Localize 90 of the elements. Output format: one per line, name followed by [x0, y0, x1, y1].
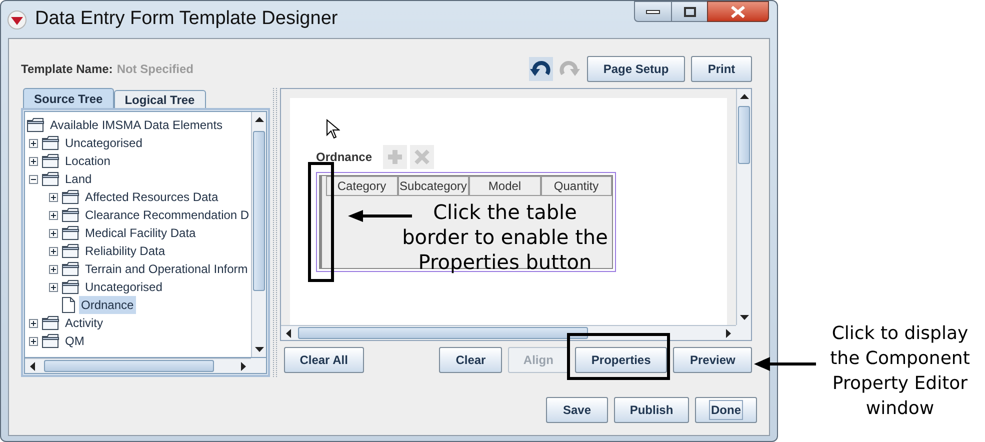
button[interactable]: Preview: [673, 347, 752, 373]
scroll-left-icon[interactable]: [286, 328, 291, 338]
button[interactable]: Properties: [574, 347, 668, 373]
annotation-arrow: [754, 357, 816, 371]
tab[interactable]: Source Tree: [23, 88, 114, 108]
annotation-text: Click the table border to enable the Properties button: [402, 200, 608, 275]
scrollbar-corner: [251, 358, 266, 373]
folder-icon: [62, 262, 79, 276]
template-name-label: Template Name:: [21, 61, 113, 78]
app-logo-icon: [7, 10, 27, 30]
button[interactable]: Publish: [614, 397, 689, 423]
tree-item[interactable]: Available IMSMA Data Elements: [48, 116, 225, 134]
tree-item[interactable]: Medical Facility Data: [83, 224, 198, 242]
mouse-cursor-icon: [326, 119, 340, 139]
column-header[interactable]: Model: [469, 176, 540, 196]
folder-icon: [62, 190, 79, 204]
expand-icon[interactable]: [29, 318, 38, 328]
minimize-button[interactable]: [634, 1, 672, 22]
annotation-arrow: [348, 210, 412, 222]
close-button[interactable]: [707, 1, 769, 22]
scroll-thumb[interactable]: [738, 106, 750, 164]
scroll-right-icon[interactable]: [241, 362, 246, 370]
folder-icon: [62, 244, 79, 258]
expand-icon[interactable]: [49, 210, 58, 220]
folder-icon: [42, 334, 59, 348]
horizontal-scrollbar[interactable]: [281, 325, 736, 340]
scroll-up-icon[interactable]: [254, 117, 264, 122]
close-icon: [730, 6, 746, 18]
template-name-value: Not Specified: [116, 61, 194, 78]
button[interactable]: Page Setup: [587, 56, 685, 82]
button[interactable]: Print: [691, 56, 752, 82]
expand-icon[interactable]: [49, 228, 58, 238]
tab[interactable]: Logical Tree: [114, 90, 206, 108]
expand-icon[interactable]: [49, 264, 58, 274]
scroll-thumb[interactable]: [253, 131, 265, 291]
tree-item[interactable]: Location: [63, 152, 112, 170]
folder-icon: [62, 208, 79, 222]
table-widget[interactable]: Category Subcategory Model Quantity Click the table border to enable the Properties button: [316, 172, 616, 272]
expand-icon[interactable]: [29, 156, 38, 166]
tree-item[interactable]: Ordnance: [79, 296, 136, 314]
folder-icon: [27, 118, 44, 132]
expand-icon[interactable]: [29, 138, 38, 148]
field-label: Ordnance: [316, 149, 372, 166]
expand-icon[interactable]: [49, 192, 58, 202]
scroll-left-icon[interactable]: [30, 362, 35, 370]
button[interactable]: Done: [695, 397, 757, 423]
folder-icon: [42, 154, 59, 168]
splitter-handle[interactable]: [273, 88, 277, 377]
document-icon: [62, 297, 75, 313]
folder-icon: [42, 316, 59, 330]
tree-item[interactable]: Terrain and Operational Inform: [83, 260, 250, 278]
scroll-up-icon[interactable]: [740, 94, 748, 99]
maximize-icon: [684, 6, 696, 16]
scroll-thumb[interactable]: [44, 360, 214, 372]
button[interactable]: Save: [546, 397, 608, 423]
expand-icon[interactable]: [29, 336, 38, 346]
tree-item[interactable]: Uncategorised: [63, 134, 144, 152]
tree-item[interactable]: Uncategorised: [83, 278, 164, 296]
plus-icon: [387, 149, 404, 165]
tree-item[interactable]: Land: [63, 170, 94, 188]
collapse-icon[interactable]: [29, 174, 38, 184]
column-header[interactable]: Quantity: [540, 176, 612, 196]
button[interactable]: Clear All: [284, 347, 364, 373]
scroll-down-icon[interactable]: [254, 347, 264, 352]
scroll-down-icon[interactable]: [740, 315, 748, 320]
tree-item[interactable]: QM: [63, 332, 86, 350]
column-header[interactable]: Subcategory: [398, 176, 469, 196]
maximize-button[interactable]: [672, 1, 707, 22]
undo-icon[interactable]: [529, 57, 553, 81]
tree-item[interactable]: Affected Resources Data: [83, 188, 220, 206]
window-title: Data Entry Form Template Designer: [35, 7, 338, 32]
tree-item[interactable]: Clearance Recommendation D: [83, 206, 251, 224]
vertical-scrollbar[interactable]: [251, 112, 266, 357]
folder-icon: [62, 226, 79, 240]
minimize-icon: [646, 10, 660, 14]
horizontal-scrollbar[interactable]: [25, 358, 251, 373]
button[interactable]: Clear: [439, 347, 502, 373]
annotation-text: Click to display the Component Property Editor window: [829, 322, 971, 421]
folder-icon: [62, 280, 79, 294]
folder-icon: [42, 136, 59, 150]
scroll-right-icon[interactable]: [726, 328, 731, 338]
column-header[interactable]: Category: [326, 176, 398, 196]
x-icon: [414, 149, 430, 165]
tree-item[interactable]: Activity: [63, 314, 106, 332]
expand-icon[interactable]: [49, 246, 58, 256]
tree-item[interactable]: Reliability Data: [83, 242, 168, 260]
vertical-scrollbar[interactable]: [736, 89, 751, 325]
expand-icon[interactable]: [49, 282, 58, 292]
scroll-thumb[interactable]: [298, 327, 588, 339]
folder-icon: [42, 172, 59, 186]
